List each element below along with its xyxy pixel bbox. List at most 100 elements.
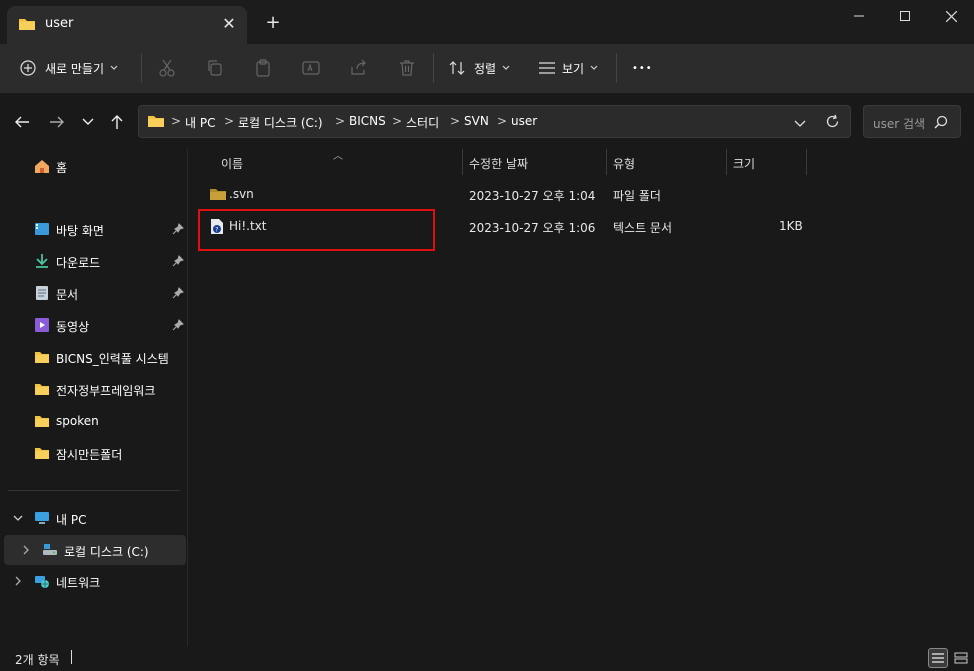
sidebar-item-desktop[interactable]: 바탕 화면: [0, 214, 188, 244]
view-list-icon: [539, 62, 555, 74]
maximize-icon: [900, 11, 910, 21]
recent-locations-button[interactable]: [78, 112, 98, 132]
new-tab-button[interactable]: +: [263, 13, 283, 33]
chevron-right-icon[interactable]: [12, 575, 24, 587]
address-dropdown-icon[interactable]: [794, 117, 806, 131]
up-button[interactable]: [107, 112, 127, 132]
chevron-right-icon[interactable]: [20, 544, 32, 556]
sidebar-divider: [8, 490, 180, 491]
sidebar-item-documents[interactable]: 문서: [0, 278, 188, 308]
tab-user[interactable]: user ✕: [7, 6, 247, 44]
cut-icon[interactable]: [157, 58, 177, 78]
sidebar-item-temp-folder[interactable]: 잠시만든폴더: [0, 438, 188, 468]
tab-close-icon[interactable]: ✕: [219, 14, 239, 34]
title-bar: user ✕ +: [0, 0, 974, 44]
folder-icon: [18, 16, 36, 35]
share-icon[interactable]: [349, 58, 369, 78]
column-header-modified[interactable]: 수정한 날짜: [469, 155, 528, 172]
drive-icon: [43, 544, 57, 555]
arrow-left-icon: [15, 116, 29, 128]
file-list: ︿ 이름 수정한 날짜 유형 크기 .svn 2023-10-27 오후 1:0…: [189, 149, 974, 646]
breadcrumb-svn[interactable]: SVN: [464, 114, 489, 128]
sidebar-item-bicns[interactable]: BICNS_인력풀 시스템: [0, 342, 188, 372]
folder-icon: [35, 416, 49, 427]
chevron-down-icon: [110, 65, 118, 70]
more-options-button[interactable]: •••: [632, 52, 653, 84]
rename-icon[interactable]: [301, 58, 321, 78]
breadcrumb-separator: >: [497, 114, 508, 128]
plus-circle-icon: [20, 60, 36, 76]
file-modified: 2023-10-27 오후 1:06: [469, 221, 596, 235]
highlight-box: [198, 209, 435, 251]
toolbar-divider: [616, 53, 617, 83]
sidebar-item-local-disk[interactable]: 로컬 디스크 (C:): [4, 535, 186, 565]
sidebar-item-network[interactable]: 네트워크: [0, 566, 188, 596]
details-view-button[interactable]: [928, 648, 948, 668]
column-divider[interactable]: [726, 149, 727, 175]
back-button[interactable]: [12, 112, 32, 132]
chevron-down-icon: [502, 65, 510, 70]
folder-icon: [147, 113, 165, 132]
column-divider[interactable]: [806, 149, 807, 175]
breadcrumb-study[interactable]: 스터디: [406, 114, 439, 131]
column-header-name[interactable]: 이름: [221, 155, 243, 172]
chevron-down-icon: [590, 65, 598, 70]
close-window-button[interactable]: [928, 0, 974, 32]
sort-button[interactable]: 정렬: [449, 52, 511, 84]
breadcrumb-bicns[interactable]: BICNS: [349, 114, 386, 128]
forward-button[interactable]: [47, 112, 67, 132]
column-divider[interactable]: [462, 149, 463, 175]
refresh-icon[interactable]: [825, 114, 840, 132]
column-header-type[interactable]: 유형: [613, 155, 635, 172]
sidebar-label: 로컬 디스크 (C:): [64, 545, 149, 559]
toolbar-divider: [141, 53, 142, 83]
search-placeholder: user 검색: [873, 117, 926, 131]
file-type: 텍스트 문서: [613, 221, 673, 235]
sidebar-label: 네트워크: [56, 576, 101, 590]
column-divider[interactable]: [606, 149, 607, 175]
sidebar-item-downloads[interactable]: 다운로드: [0, 246, 188, 276]
sidebar-label: 문서: [56, 288, 79, 302]
sidebar-label: 잠시만든폴더: [56, 448, 123, 462]
pin-icon[interactable]: [172, 319, 184, 331]
delete-icon[interactable]: [397, 58, 417, 78]
breadcrumb-this-pc[interactable]: 내 PC: [185, 114, 215, 131]
sidebar-item-videos[interactable]: 동영상: [0, 310, 188, 340]
desktop-icon: [35, 223, 49, 235]
breadcrumb-local-disk[interactable]: 로컬 디스크 (C:): [238, 114, 323, 131]
sort-label: 정렬: [474, 61, 497, 76]
table-row[interactable]: .svn 2023-10-27 오후 1:04 파일 폴더: [189, 179, 974, 209]
paste-icon[interactable]: [253, 58, 273, 78]
search-box[interactable]: user 검색: [863, 105, 961, 138]
minimize-icon: [854, 15, 864, 17]
sidebar-item-this-pc[interactable]: 내 PC: [0, 503, 188, 533]
file-modified: 2023-10-27 오후 1:04: [469, 189, 596, 203]
command-bar: 새로 만들기 정렬 보기 •••: [0, 44, 974, 94]
folder-icon: [35, 352, 49, 363]
status-divider: [71, 650, 72, 664]
pin-icon[interactable]: [172, 255, 184, 267]
sidebar-label: BICNS_인력풀 시스템: [56, 352, 169, 366]
column-header-size[interactable]: 크기: [733, 155, 755, 172]
minimize-button[interactable]: [836, 0, 882, 32]
pin-icon[interactable]: [172, 223, 184, 235]
sidebar-item-home[interactable]: 홈: [0, 151, 188, 181]
maximize-button[interactable]: [882, 0, 928, 32]
view-button[interactable]: 보기: [538, 52, 599, 84]
file-type: 파일 폴더: [613, 189, 661, 203]
sidebar-label: 다운로드: [56, 256, 101, 270]
arrow-right-icon: [50, 116, 64, 128]
address-bar[interactable]: > 내 PC > 로컬 디스크 (C:) > BICNS > 스터디 > SVN…: [138, 105, 851, 138]
copy-icon[interactable]: [205, 58, 225, 78]
new-button[interactable]: 새로 만들기: [20, 52, 119, 84]
chevron-down-icon[interactable]: [12, 512, 24, 524]
sidebar-item-egov-framework[interactable]: 전자정부프레임워크: [0, 374, 188, 404]
sidebar-item-spoken[interactable]: spoken: [0, 406, 188, 436]
download-icon: [36, 254, 48, 268]
pin-icon[interactable]: [172, 287, 184, 299]
tiles-view-button[interactable]: [951, 648, 971, 668]
search-icon[interactable]: [934, 115, 948, 132]
status-bar: 2개 항목: [0, 646, 974, 671]
breadcrumb-user[interactable]: user: [511, 114, 537, 128]
sidebar-label: 동영상: [56, 320, 90, 334]
